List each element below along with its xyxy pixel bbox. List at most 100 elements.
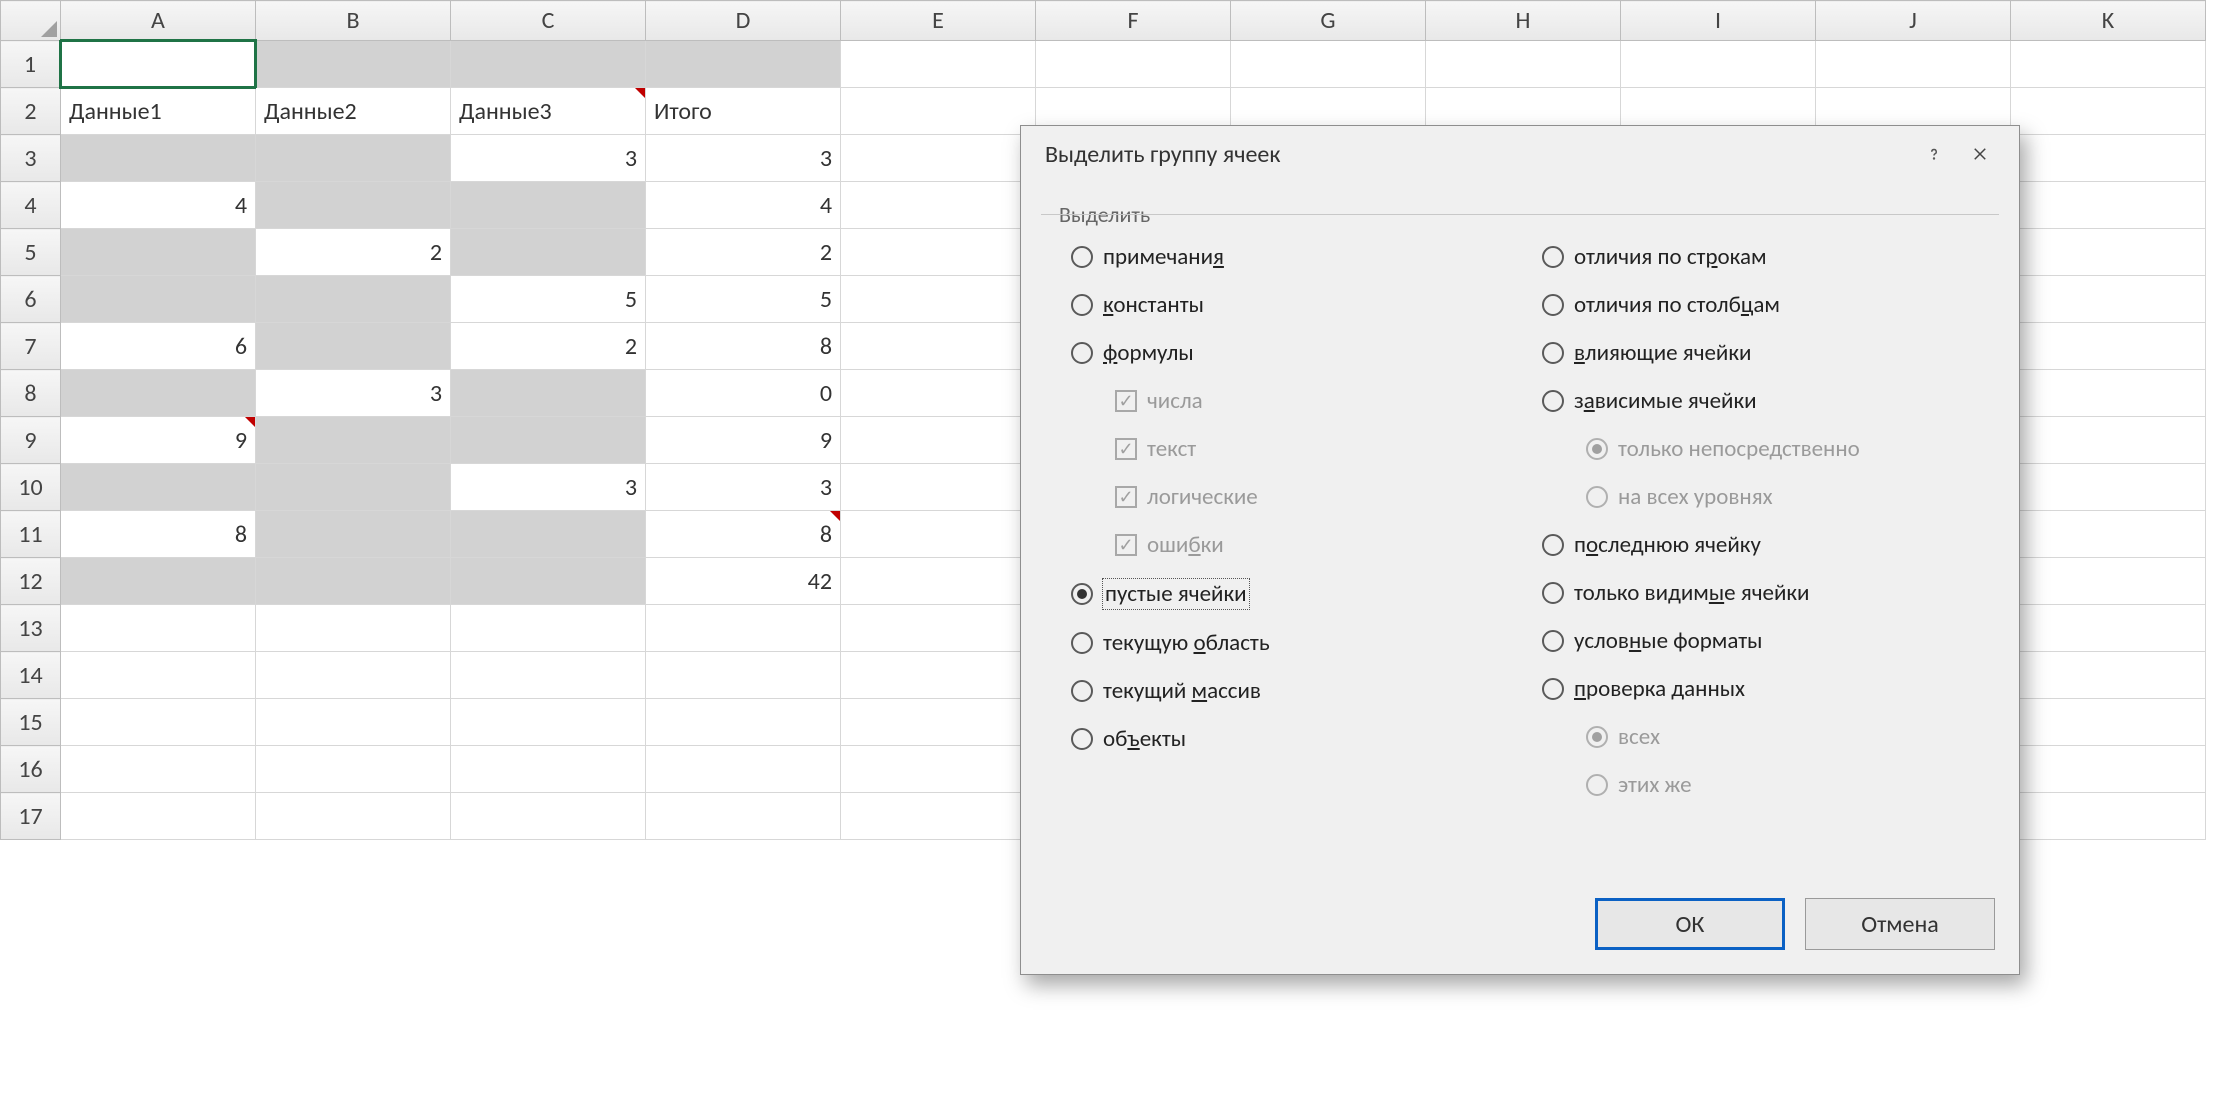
row-header-10[interactable]: 10: [1, 464, 61, 511]
cell-C13[interactable]: [451, 605, 646, 652]
cell-K1[interactable]: [2011, 41, 2206, 88]
cell-D5[interactable]: 2: [646, 229, 841, 276]
cell-D7[interactable]: 8: [646, 323, 841, 370]
column-header-F[interactable]: F: [1036, 1, 1231, 41]
option-coldiffs[interactable]: отличия по столбцам: [1542, 287, 1989, 323]
row-header-7[interactable]: 7: [1, 323, 61, 370]
row-header-8[interactable]: 8: [1, 370, 61, 417]
cell-C10[interactable]: 3: [451, 464, 646, 511]
cell-C9[interactable]: [451, 417, 646, 464]
option-visible[interactable]: только видимые ячейки: [1542, 575, 1989, 611]
cell-E9[interactable]: [841, 417, 1036, 464]
cell-K6[interactable]: [2011, 276, 2206, 323]
cell-D8[interactable]: 0: [646, 370, 841, 417]
cell-B10[interactable]: [256, 464, 451, 511]
cell-K16[interactable]: [2011, 746, 2206, 793]
cell-C12[interactable]: [451, 558, 646, 605]
cell-A3[interactable]: [61, 135, 256, 182]
option-array[interactable]: текущий массив: [1071, 673, 1518, 709]
cell-K17[interactable]: [2011, 793, 2206, 840]
option-precedents[interactable]: влияющие ячейки: [1542, 335, 1989, 371]
cell-E3[interactable]: [841, 135, 1036, 182]
cell-A1[interactable]: [61, 41, 256, 88]
option-blanks[interactable]: пустые ячейки: [1071, 575, 1518, 613]
ok-button[interactable]: ОК: [1595, 898, 1785, 950]
cell-B5[interactable]: 2: [256, 229, 451, 276]
cell-K13[interactable]: [2011, 605, 2206, 652]
column-header-G[interactable]: G: [1231, 1, 1426, 41]
cell-C6[interactable]: 5: [451, 276, 646, 323]
cell-K9[interactable]: [2011, 417, 2206, 464]
cell-D1[interactable]: [646, 41, 841, 88]
cell-E6[interactable]: [841, 276, 1036, 323]
option-condfmt[interactable]: условные форматы: [1542, 623, 1989, 659]
cell-E10[interactable]: [841, 464, 1036, 511]
cell-D9[interactable]: 9: [646, 417, 841, 464]
cell-D6[interactable]: 5: [646, 276, 841, 323]
close-button[interactable]: [1957, 134, 2003, 174]
row-header-5[interactable]: 5: [1, 229, 61, 276]
option-dependents[interactable]: зависимые ячейки: [1542, 383, 1989, 419]
cell-K12[interactable]: [2011, 558, 2206, 605]
column-header-D[interactable]: D: [646, 1, 841, 41]
cell-D4[interactable]: 4: [646, 182, 841, 229]
cell-A7[interactable]: 6: [61, 323, 256, 370]
cell-E2[interactable]: [841, 88, 1036, 135]
cell-D15[interactable]: [646, 699, 841, 746]
cell-D13[interactable]: [646, 605, 841, 652]
cell-C2[interactable]: Данные3: [451, 88, 646, 135]
cell-A15[interactable]: [61, 699, 256, 746]
cell-F1[interactable]: [1036, 41, 1231, 88]
cell-D14[interactable]: [646, 652, 841, 699]
cell-E1[interactable]: [841, 41, 1036, 88]
cell-K11[interactable]: [2011, 511, 2206, 558]
cell-A14[interactable]: [61, 652, 256, 699]
cell-E11[interactable]: [841, 511, 1036, 558]
cell-C14[interactable]: [451, 652, 646, 699]
cell-D2[interactable]: Итого: [646, 88, 841, 135]
cell-A9[interactable]: 9: [61, 417, 256, 464]
cell-H1[interactable]: [1426, 41, 1621, 88]
cell-K15[interactable]: [2011, 699, 2206, 746]
cell-D16[interactable]: [646, 746, 841, 793]
cell-E8[interactable]: [841, 370, 1036, 417]
cell-A5[interactable]: [61, 229, 256, 276]
cell-A2[interactable]: Данные1: [61, 88, 256, 135]
row-header-1[interactable]: 1: [1, 41, 61, 88]
option-lastcell[interactable]: последнюю ячейку: [1542, 527, 1989, 563]
row-header-11[interactable]: 11: [1, 511, 61, 558]
cell-B4[interactable]: [256, 182, 451, 229]
cell-E4[interactable]: [841, 182, 1036, 229]
cell-B13[interactable]: [256, 605, 451, 652]
option-comments[interactable]: примечания: [1071, 239, 1518, 275]
cell-A6[interactable]: [61, 276, 256, 323]
cell-K4[interactable]: [2011, 182, 2206, 229]
cell-C16[interactable]: [451, 746, 646, 793]
cell-B2[interactable]: Данные2: [256, 88, 451, 135]
option-rowdiffs[interactable]: отличия по строкам: [1542, 239, 1989, 275]
cell-E17[interactable]: [841, 793, 1036, 840]
column-header-E[interactable]: E: [841, 1, 1036, 41]
cell-C17[interactable]: [451, 793, 646, 840]
cell-C1[interactable]: [451, 41, 646, 88]
option-datavalid[interactable]: проверка данных: [1542, 671, 1989, 707]
cell-K8[interactable]: [2011, 370, 2206, 417]
cell-A12[interactable]: [61, 558, 256, 605]
option-constants[interactable]: константы: [1071, 287, 1518, 323]
cell-D3[interactable]: 3: [646, 135, 841, 182]
column-header-I[interactable]: I: [1621, 1, 1816, 41]
cell-D11[interactable]: 8: [646, 511, 841, 558]
cell-K14[interactable]: [2011, 652, 2206, 699]
cell-K5[interactable]: [2011, 229, 2206, 276]
cell-E13[interactable]: [841, 605, 1036, 652]
cell-C15[interactable]: [451, 699, 646, 746]
cell-B17[interactable]: [256, 793, 451, 840]
cell-C3[interactable]: 3: [451, 135, 646, 182]
cell-C7[interactable]: 2: [451, 323, 646, 370]
select-all-corner[interactable]: [1, 1, 61, 41]
cell-K7[interactable]: [2011, 323, 2206, 370]
row-header-13[interactable]: 13: [1, 605, 61, 652]
cell-B1[interactable]: [256, 41, 451, 88]
row-header-17[interactable]: 17: [1, 793, 61, 840]
cell-E7[interactable]: [841, 323, 1036, 370]
